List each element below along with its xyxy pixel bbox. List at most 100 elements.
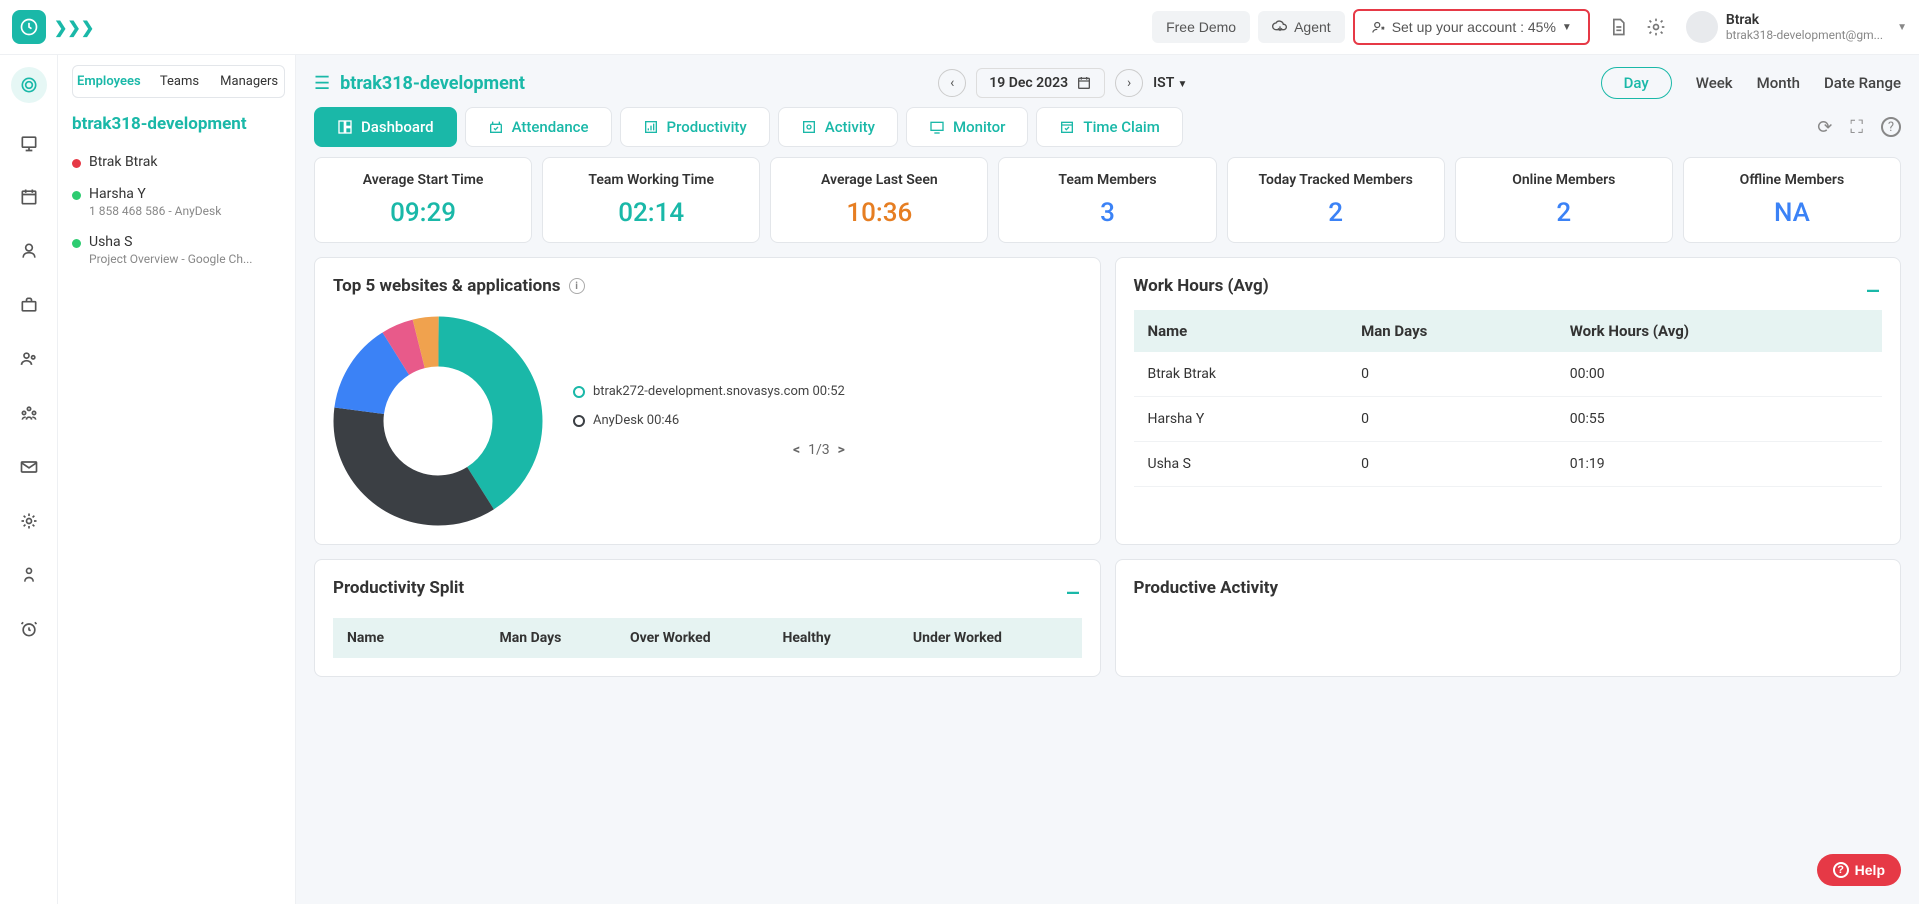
nav-monitor-icon[interactable]	[15, 129, 43, 157]
avatar	[1686, 11, 1718, 43]
top5-title: Top 5 websites & applications	[333, 276, 561, 296]
tab-dashboard[interactable]: Dashboard	[314, 107, 457, 147]
employee-item[interactable]: Usha S Project Overview - Google Ch...	[72, 226, 285, 274]
pager-next[interactable]: >	[838, 442, 845, 458]
stat-label: Team Working Time	[551, 172, 751, 188]
col-hours: Work Hours (Avg)	[1556, 310, 1882, 352]
date-value: 19 Dec 2023	[989, 75, 1068, 91]
stat-value: 02:14	[551, 198, 751, 228]
stat-value: 09:29	[323, 198, 523, 228]
stat-value: 2	[1464, 198, 1664, 228]
employee-name: Usha S	[89, 234, 252, 250]
side-tab-employees[interactable]: Employees	[73, 66, 145, 97]
org-name: btrak318-development	[72, 114, 285, 134]
legend-item: AnyDesk 00:46	[573, 413, 845, 428]
download-icon[interactable]	[1864, 277, 1882, 295]
settings-icon[interactable]	[1646, 17, 1666, 37]
help-circle-icon: ?	[1833, 862, 1849, 878]
info-icon[interactable]: i	[569, 278, 585, 294]
prodactivity-title: Productive Activity	[1134, 578, 1883, 598]
help-icon[interactable]: ?	[1881, 117, 1901, 137]
icon-sidebar	[0, 55, 58, 904]
col: Name	[347, 630, 480, 646]
range-week[interactable]: Week	[1696, 74, 1733, 92]
table-row: Usha S001:19	[1134, 442, 1883, 487]
nav-calendar-icon[interactable]	[15, 183, 43, 211]
fullscreen-icon[interactable]: ⛶	[1850, 117, 1863, 138]
setup-account-button[interactable]: Set up your account : 45% ▼	[1353, 9, 1590, 45]
next-date-button[interactable]: ›	[1115, 69, 1143, 97]
nav-group-icon[interactable]	[15, 399, 43, 427]
stat-card: Offline MembersNA	[1683, 157, 1901, 243]
employee-activity: 1 858 468 586 - AnyDesk	[89, 204, 221, 218]
tab-activity[interactable]: Activity	[778, 107, 898, 147]
prev-date-button[interactable]: ‹	[938, 69, 966, 97]
timezone-selector[interactable]: IST ▼	[1153, 75, 1187, 91]
nav-mail-icon[interactable]	[15, 453, 43, 481]
nav-gear-icon[interactable]	[15, 507, 43, 535]
stat-card: Average Last Seen10:36	[770, 157, 988, 243]
table-row: Harsha Y000:55	[1134, 397, 1883, 442]
nav-target-icon[interactable]	[11, 67, 47, 103]
status-dot	[72, 159, 81, 168]
col-name: Name	[1134, 310, 1348, 352]
pager-prev[interactable]: <	[793, 442, 800, 458]
user-setup-icon	[1371, 20, 1386, 35]
app-logo[interactable]	[12, 10, 46, 44]
stat-label: Average Last Seen	[779, 172, 979, 188]
stat-label: Today Tracked Members	[1236, 172, 1436, 188]
tab-timeclaim[interactable]: Time Claim	[1036, 107, 1182, 147]
nav-team-icon[interactable]	[15, 345, 43, 373]
col: Under Worked	[913, 630, 1068, 646]
nav-profile-icon[interactable]	[15, 561, 43, 589]
range-custom[interactable]: Date Range	[1824, 74, 1901, 92]
top5-panel: Top 5 websites & applicationsi btrak272-	[314, 257, 1101, 545]
setup-label: Set up your account : 45%	[1392, 19, 1556, 35]
menu-icon[interactable]: ☰	[314, 73, 330, 94]
workhours-panel: Work Hours (Avg) Name Man Days Work Hour…	[1115, 257, 1902, 545]
stat-card: Team Members3	[998, 157, 1216, 243]
status-dot	[72, 191, 81, 200]
productivity-split-panel: Productivity Split Name Man Days Over Wo…	[314, 559, 1101, 677]
date-picker[interactable]: 19 Dec 2023	[976, 68, 1105, 98]
productive-activity-panel: Productive Activity	[1115, 559, 1902, 677]
tab-productivity[interactable]: Productivity	[620, 107, 770, 147]
cloud-download-icon	[1272, 19, 1288, 35]
employee-item[interactable]: Btrak Btrak	[72, 146, 285, 178]
help-button[interactable]: ? Help	[1817, 854, 1901, 886]
stat-value: 2	[1236, 198, 1436, 228]
employee-name: Harsha Y	[89, 186, 221, 202]
stat-card: Average Start Time09:29	[314, 157, 532, 243]
col: Healthy	[782, 630, 892, 646]
employee-item[interactable]: Harsha Y 1 858 468 586 - AnyDesk	[72, 178, 285, 226]
stat-card: Team Working Time 02:14	[542, 157, 760, 243]
legend-item: btrak272-development.snovasys.com 00:52	[573, 384, 845, 399]
stat-value: NA	[1692, 198, 1892, 228]
expand-sidebar-icon[interactable]: ❯❯❯	[54, 18, 94, 37]
free-demo-button[interactable]: Free Demo	[1152, 11, 1250, 43]
side-tab-managers[interactable]: Managers	[214, 66, 284, 97]
user-email: btrak318-development@gm...	[1726, 28, 1883, 42]
range-month[interactable]: Month	[1757, 74, 1800, 92]
table-row: Btrak Btrak000:00	[1134, 352, 1883, 397]
refresh-icon[interactable]: ⟳	[1817, 117, 1832, 138]
user-menu[interactable]: Btrak btrak318-development@gm... ▼	[1686, 11, 1907, 43]
tab-monitor[interactable]: Monitor	[906, 107, 1028, 147]
side-tab-teams[interactable]: Teams	[145, 66, 215, 97]
tab-attendance[interactable]: Attendance	[465, 107, 612, 147]
workhours-table: Name Man Days Work Hours (Avg) Btrak Btr…	[1134, 310, 1883, 487]
range-day[interactable]: Day	[1601, 67, 1672, 99]
employee-activity: Project Overview - Google Ch...	[89, 252, 252, 266]
workhours-title: Work Hours (Avg)	[1134, 276, 1269, 296]
monitor-icon	[929, 119, 945, 135]
agent-button[interactable]: Agent	[1258, 11, 1345, 43]
employee-name: Btrak Btrak	[89, 154, 157, 170]
stat-value: 3	[1007, 198, 1207, 228]
document-icon[interactable]	[1608, 17, 1628, 37]
nav-alarm-icon[interactable]	[15, 615, 43, 643]
nav-person-icon[interactable]	[15, 237, 43, 265]
stat-card: Today Tracked Members 2	[1227, 157, 1445, 243]
download-icon[interactable]	[1064, 579, 1082, 597]
chevron-down-icon: ▼	[1562, 22, 1572, 33]
nav-briefcase-icon[interactable]	[15, 291, 43, 319]
